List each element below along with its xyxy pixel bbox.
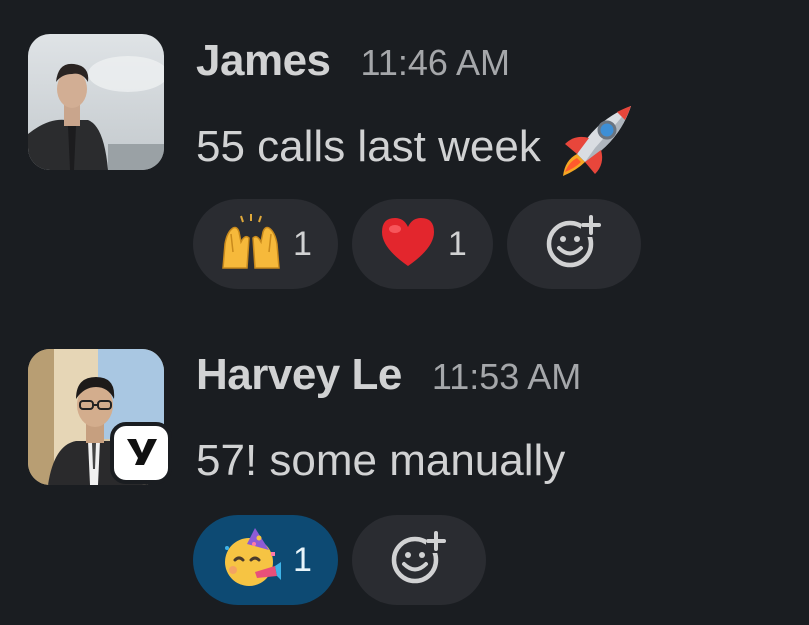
message-text: 55 calls last week [196,100,637,193]
message-item: James 11:46 AM 55 calls last week 1 1 [0,0,809,320]
add-emoji-icon [390,529,448,592]
reaction-bar: 1 1 [193,199,641,289]
message-header: James 11:46 AM [196,36,510,86]
timestamp[interactable]: 11:53 AM [432,356,581,398]
reaction-red-heart[interactable]: 1 [351,199,493,289]
add-reaction-button[interactable] [506,199,641,289]
app-badge [110,422,172,484]
app-logo-icon [121,431,161,476]
add-emoji-icon [545,213,603,276]
message-item: Harvey Le 11:53 AM 57! some manually 1 [0,320,809,625]
add-reaction-button[interactable] [351,515,486,605]
message-feed: James 11:46 AM 55 calls last week 1 1 Ha… [0,0,809,625]
reaction-raised-hands[interactable]: 1 [193,199,338,289]
message-body: 57! some manually [196,436,566,485]
reaction-bar: 1 [193,515,486,605]
message-text: 57! some manually [196,436,565,486]
reaction-partying-face[interactable]: 1 [193,515,338,605]
avatar[interactable] [28,34,164,170]
partying-face-icon [219,526,283,595]
message-body: 55 calls last week [196,121,541,171]
raised-hands-icon [219,212,283,277]
avatar-photo [28,34,164,170]
message-header: Harvey Le 11:53 AM [196,350,581,400]
sender-name[interactable]: James [196,36,331,86]
reaction-count: 1 [293,224,312,263]
timestamp[interactable]: 11:46 AM [361,42,510,84]
sender-name[interactable]: Harvey Le [196,350,402,400]
reaction-count: 1 [447,224,467,263]
red-heart-icon [378,214,438,275]
rocket-icon [555,100,637,193]
reaction-count: 1 [293,540,312,579]
